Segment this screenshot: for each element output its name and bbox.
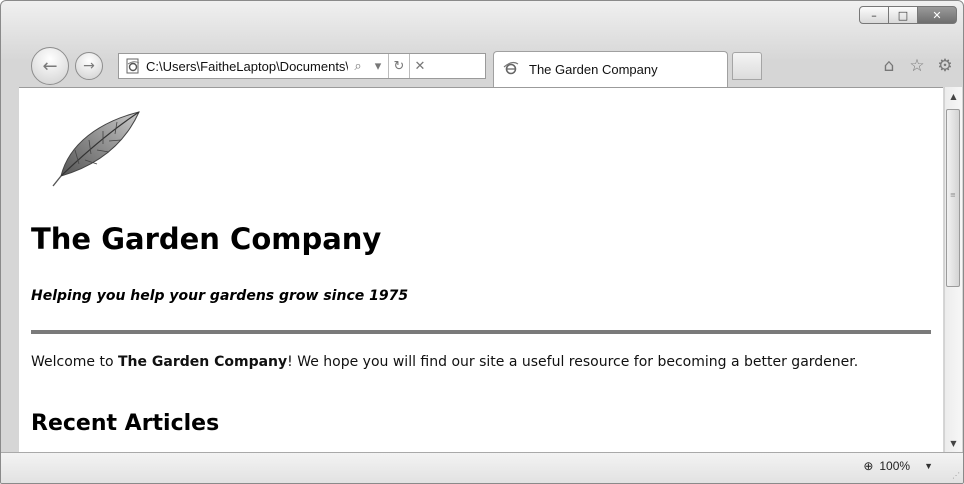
maximize-button[interactable]: □	[888, 6, 918, 24]
back-button[interactable]: ←	[31, 47, 69, 85]
address-dropdown-icon[interactable]: ▾	[368, 54, 388, 78]
scroll-thumb[interactable]: ≡	[946, 109, 960, 287]
scroll-up-arrow-icon[interactable]: ▲	[945, 87, 962, 105]
tab-label: The Garden Company	[529, 62, 658, 77]
scroll-down-arrow-icon[interactable]: ▼	[945, 434, 962, 452]
leaf-logo	[52, 111, 140, 187]
page-icon	[123, 57, 143, 75]
ie-page-icon	[126, 58, 140, 74]
navigation-bar: ← → C:\Users\FaitheLaptop\Documents\M ⌕ …	[1, 45, 963, 87]
refresh-icon[interactable]: ↻	[389, 54, 409, 78]
minimize-icon: –	[871, 8, 877, 22]
zoom-control[interactable]: ⊕ 100% ▼	[863, 459, 933, 473]
tools-gear-icon[interactable]: ⚙	[935, 56, 955, 76]
page-content: The Garden Company Helping you help your…	[19, 87, 943, 453]
forward-button[interactable]: →	[75, 52, 103, 80]
browser-window: – □ ✕ ← → C:\Users\FaitheLaptop\Document…	[0, 0, 964, 484]
minimize-button[interactable]: –	[859, 6, 889, 24]
scroll-grip-icon: ≡	[950, 191, 956, 199]
welcome-prefix: Welcome to	[31, 354, 118, 370]
forward-arrow-icon: →	[83, 58, 95, 74]
tab-the-garden-company[interactable]: The Garden Company	[493, 51, 728, 87]
address-bar[interactable]: C:\Users\FaitheLaptop\Documents\M ⌕ ▾ ↻ …	[118, 53, 486, 79]
recent-articles-heading: Recent Articles	[31, 411, 220, 436]
favorites-star-icon[interactable]: ☆	[907, 56, 927, 76]
close-icon: ✕	[932, 8, 942, 22]
window-caption-buttons: – □ ✕	[859, 6, 957, 24]
maximize-icon: □	[897, 8, 909, 22]
tagline: Helping you help your gardens grow since…	[31, 288, 409, 304]
welcome-suffix: ! We hope you will find our site a usefu…	[287, 354, 859, 370]
stop-icon[interactable]: ✕	[410, 54, 430, 78]
vertical-scrollbar[interactable]: ▲ ≡ ▼	[944, 87, 962, 452]
page-title: The Garden Company	[31, 222, 382, 256]
resize-grip-icon[interactable]: ⋰	[952, 471, 960, 480]
ie-logo-icon	[503, 61, 519, 74]
close-window-button[interactable]: ✕	[917, 6, 957, 24]
zoom-magnifier-icon: ⊕	[863, 459, 874, 473]
back-arrow-icon: ←	[42, 55, 58, 77]
search-icon[interactable]: ⌕	[348, 54, 368, 78]
zoom-dropdown-icon[interactable]: ▼	[924, 461, 933, 471]
status-bar: ⊕ 100% ▼ ⋰	[1, 452, 963, 483]
welcome-company-name: The Garden Company	[118, 354, 288, 370]
zoom-level: 100%	[879, 459, 911, 473]
ie-tab-icon	[503, 60, 521, 80]
new-tab-button[interactable]	[732, 52, 762, 80]
horizontal-rule	[31, 330, 931, 334]
welcome-paragraph: Welcome to The Garden Company! We hope y…	[31, 353, 911, 371]
browser-command-icons: ⌂ ☆ ⚙	[879, 56, 955, 76]
home-icon[interactable]: ⌂	[879, 56, 899, 76]
address-input[interactable]: C:\Users\FaitheLaptop\Documents\M	[146, 59, 348, 74]
